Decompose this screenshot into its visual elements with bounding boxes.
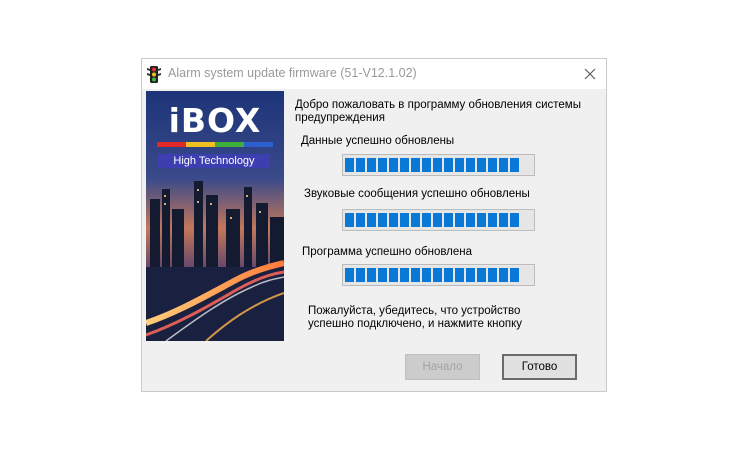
progress-segment bbox=[510, 268, 519, 282]
progress-segment bbox=[367, 158, 376, 172]
progress-segment bbox=[400, 158, 409, 172]
progress-segment bbox=[466, 158, 475, 172]
progress-segment bbox=[389, 213, 398, 227]
task-label-program: Программа успешно обновлена bbox=[302, 246, 473, 258]
task-label-data: Данные успешно обновлены bbox=[301, 135, 455, 147]
progress-segment bbox=[433, 268, 442, 282]
done-button[interactable]: Готово bbox=[502, 354, 577, 380]
progress-segment bbox=[378, 213, 387, 227]
progress-segment bbox=[499, 268, 508, 282]
progress-segment bbox=[411, 268, 420, 282]
progress-segment bbox=[433, 213, 442, 227]
progress-segment bbox=[510, 213, 519, 227]
progress-segment bbox=[488, 158, 497, 172]
start-button[interactable]: Начало bbox=[405, 354, 480, 380]
progress-segment bbox=[510, 158, 519, 172]
progress-segment bbox=[400, 213, 409, 227]
progress-segment bbox=[477, 268, 486, 282]
close-icon bbox=[584, 68, 596, 80]
logo-color-stripe bbox=[157, 142, 273, 147]
welcome-text: Добро пожаловать в программу обновления … bbox=[295, 99, 581, 124]
logo-tagline: High Technology bbox=[158, 154, 270, 168]
progress-segment bbox=[345, 268, 354, 282]
progress-segment bbox=[499, 158, 508, 172]
task-label-sounds: Звуковые сообщения успешно обновлены bbox=[304, 188, 530, 200]
progress-segment bbox=[433, 158, 442, 172]
progress-segment bbox=[389, 158, 398, 172]
progress-segment bbox=[422, 213, 431, 227]
progress-segment bbox=[356, 158, 365, 172]
window-title: Alarm system update firmware (51-V12.1.0… bbox=[168, 66, 417, 80]
progress-segment bbox=[411, 213, 420, 227]
stripe-yellow bbox=[186, 142, 215, 147]
progress-segment bbox=[367, 213, 376, 227]
progress-segment bbox=[378, 158, 387, 172]
progress-segment bbox=[488, 268, 497, 282]
stripe-blue bbox=[244, 142, 273, 147]
progress-segment bbox=[345, 213, 354, 227]
progress-segment bbox=[477, 158, 486, 172]
stripe-green bbox=[215, 142, 244, 147]
progress-bar-data bbox=[342, 154, 535, 176]
firmware-update-dialog: Alarm system update firmware (51-V12.1.0… bbox=[141, 58, 607, 392]
progress-segment bbox=[400, 268, 409, 282]
progress-segment bbox=[499, 213, 508, 227]
progress-segment bbox=[378, 268, 387, 282]
progress-segment bbox=[422, 268, 431, 282]
progress-segment bbox=[422, 158, 431, 172]
traffic-light-icon bbox=[147, 66, 161, 83]
close-button[interactable] bbox=[578, 62, 602, 86]
ibox-logo: iBOX bbox=[168, 101, 262, 140]
progress-segment bbox=[389, 268, 398, 282]
progress-segment bbox=[356, 213, 365, 227]
progress-segment bbox=[444, 158, 453, 172]
title-bar[interactable]: Alarm system update firmware (51-V12.1.0… bbox=[142, 59, 606, 89]
progress-segment bbox=[455, 158, 464, 172]
progress-bar-program bbox=[342, 264, 535, 286]
progress-segment bbox=[367, 268, 376, 282]
progress-segment bbox=[444, 268, 453, 282]
ibox-banner-image: iBOX High Technology bbox=[146, 91, 284, 341]
progress-segment bbox=[455, 213, 464, 227]
connection-note: Пожалуйста, убедитесь, что устройство ус… bbox=[308, 305, 523, 330]
progress-segment bbox=[455, 268, 464, 282]
progress-segment bbox=[466, 268, 475, 282]
progress-segment bbox=[356, 268, 365, 282]
progress-segment bbox=[411, 158, 420, 172]
progress-bar-sounds bbox=[342, 209, 535, 231]
progress-segment bbox=[345, 158, 354, 172]
progress-segment bbox=[477, 213, 486, 227]
stripe-red bbox=[157, 142, 186, 147]
progress-segment bbox=[466, 213, 475, 227]
progress-segment bbox=[488, 213, 497, 227]
progress-segment bbox=[444, 213, 453, 227]
